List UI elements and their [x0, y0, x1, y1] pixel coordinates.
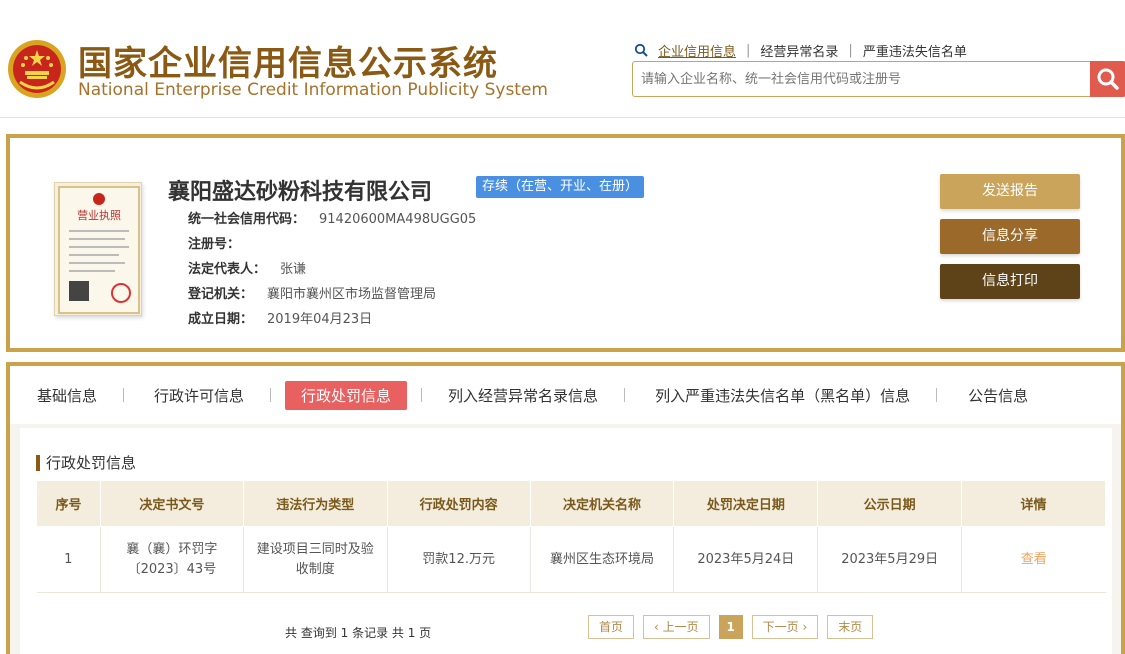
cell-detail: 查看	[961, 526, 1106, 593]
cell-publish-date: 2023年5月29日	[817, 526, 963, 593]
status-badge: 存续（在营、开业、在册）	[476, 176, 645, 198]
info-row-credit-code: 统一社会信用代码： 91420600MA498UGG05	[188, 208, 476, 227]
view-detail-link[interactable]: 查看	[1021, 552, 1047, 567]
content-panel: 基础信息 行政许可信息 行政处罚信息 列入经营异常名录信息 列入严重违法失信名单…	[6, 362, 1125, 654]
tab-announcements[interactable]: 公告信息	[968, 385, 1028, 406]
section-title: 行政处罚信息	[36, 452, 136, 473]
table-row: 1 襄（襄）环罚字〔2023〕43号 建设项目三同时及验收制度 罚款12.万元 …	[36, 526, 1106, 593]
tab-basic-info[interactable]: 基础信息	[37, 385, 97, 406]
chevron-right-icon: ›	[798, 620, 808, 634]
license-icon: 营业执照	[58, 186, 140, 314]
record-summary: 共 查询到 1 条记录 共 1 页	[285, 626, 432, 640]
page-prev-button[interactable]: ‹ 上一页	[643, 615, 710, 639]
link-divider: |	[746, 42, 751, 58]
col-header: 决定书文号	[99, 480, 244, 527]
tab-blacklist[interactable]: 列入严重违法失信名单（黑名单）信息	[655, 385, 910, 406]
tab-divider	[624, 388, 626, 402]
page-current[interactable]: 1	[718, 615, 743, 639]
send-report-button[interactable]: 发送报告	[940, 174, 1080, 209]
info-value: 91420600MA498UGG05	[319, 212, 477, 227]
tab-divider	[123, 388, 125, 402]
tab-admin-license[interactable]: 行政许可信息	[154, 385, 244, 406]
company-panel: 营业执照 襄阳盛达砂粉科技有限公司 存续（在营、开业、在册） 统一社会信用代码：…	[6, 134, 1125, 352]
page-last-button[interactable]: 末页	[827, 615, 874, 639]
cell-decision-no: 襄（襄）环罚字〔2023〕43号	[100, 526, 244, 593]
info-row-authority: 登记机关： 襄阳市襄州区市场监督管理局	[188, 283, 436, 302]
col-header: 决定机关名称	[529, 480, 675, 527]
cell-penalty-content: 罚款12.万元	[387, 526, 531, 593]
link-divider: |	[848, 42, 853, 58]
search-input[interactable]	[633, 62, 1091, 96]
info-key: 注册号：	[188, 237, 241, 252]
company-name: 襄阳盛达砂粉科技有限公司	[168, 180, 433, 205]
info-key: 登记机关：	[188, 287, 254, 302]
penalty-table: 序号 决定书文号 违法行为类型 行政处罚内容 决定机关名称 处罚决定日期 公示日…	[36, 480, 1106, 593]
tab-bar: 基础信息 行政许可信息 行政处罚信息 列入经营异常名录信息 列入严重违法失信名单…	[10, 366, 1121, 424]
print-info-button[interactable]: 信息打印	[940, 264, 1080, 299]
search-icon	[1097, 68, 1119, 90]
tab-abnormal-list[interactable]: 列入经营异常名录信息	[448, 385, 598, 406]
pagination: 首页 ‹ 上一页 1 下一页 › 末页	[588, 615, 874, 639]
page-first-button[interactable]: 首页	[588, 615, 635, 639]
col-header: 公示日期	[817, 480, 963, 527]
page-next-label: 下一页	[762, 620, 799, 634]
penalty-section: 行政处罚信息 序号 决定书文号 违法行为类型 行政处罚内容 决定机关名称 处罚决…	[20, 428, 1112, 654]
site-title-cn: 国家企业信用信息公示系统	[78, 44, 498, 84]
col-header: 违法行为类型	[242, 480, 388, 527]
tab-divider	[936, 388, 938, 402]
top-links: 企业信用信息 | 经营异常名录 | 严重违法失信名单	[634, 41, 967, 60]
cell-decision-date: 2023年5月24日	[673, 526, 819, 593]
section-title-text: 行政处罚信息	[46, 454, 137, 472]
col-header: 行政处罚内容	[386, 480, 531, 527]
info-key: 统一社会信用代码：	[188, 212, 306, 227]
info-key: 法定代表人：	[188, 262, 267, 277]
link-abnormal-list[interactable]: 经营异常名录	[760, 41, 838, 60]
cell-authority: 襄州区生态环境局	[530, 526, 675, 593]
table-header-row: 序号 决定书文号 违法行为类型 行政处罚内容 决定机关名称 处罚决定日期 公示日…	[36, 480, 1106, 527]
link-blacklist[interactable]: 严重违法失信名单	[863, 41, 967, 60]
business-license-image[interactable]: 营业执照	[54, 182, 142, 316]
search-icon	[634, 43, 648, 57]
cell-index: 1	[36, 526, 101, 593]
share-info-button[interactable]: 信息分享	[940, 219, 1080, 254]
search-button[interactable]	[1090, 61, 1125, 97]
col-header: 详情	[961, 480, 1106, 527]
page-next-button[interactable]: 下一页 ›	[751, 615, 819, 639]
col-header: 序号	[36, 480, 101, 527]
info-key: 成立日期：	[188, 312, 254, 327]
col-header: 处罚决定日期	[673, 480, 819, 527]
tab-divider	[421, 388, 423, 402]
national-emblem-icon	[8, 40, 66, 98]
info-value: 2019年04月23日	[267, 312, 373, 327]
info-value: 张谦	[280, 262, 307, 277]
info-row-legal-rep: 法定代表人： 张谦	[188, 258, 306, 277]
info-row-founded: 成立日期： 2019年04月23日	[188, 308, 372, 327]
search-box	[632, 61, 1092, 97]
chevron-left-icon: ‹	[654, 620, 663, 634]
tab-divider	[270, 388, 272, 402]
site-header: 国家企业信用信息公示系统 National Enterprise Credit …	[0, 0, 1125, 118]
info-value: 襄阳市襄州区市场监督管理局	[267, 287, 437, 302]
cell-violation-type: 建设项目三同时及验收制度	[243, 526, 388, 593]
site-title-en: National Enterprise Credit Information P…	[78, 80, 548, 100]
link-enterprise-credit[interactable]: 企业信用信息	[658, 41, 736, 60]
info-row-reg-no: 注册号：	[188, 233, 254, 252]
tab-admin-penalty[interactable]: 行政处罚信息	[285, 380, 408, 410]
section-title-bar	[36, 454, 40, 471]
page-prev-label: 上一页	[662, 620, 699, 634]
license-label: 营业执照	[77, 208, 121, 222]
